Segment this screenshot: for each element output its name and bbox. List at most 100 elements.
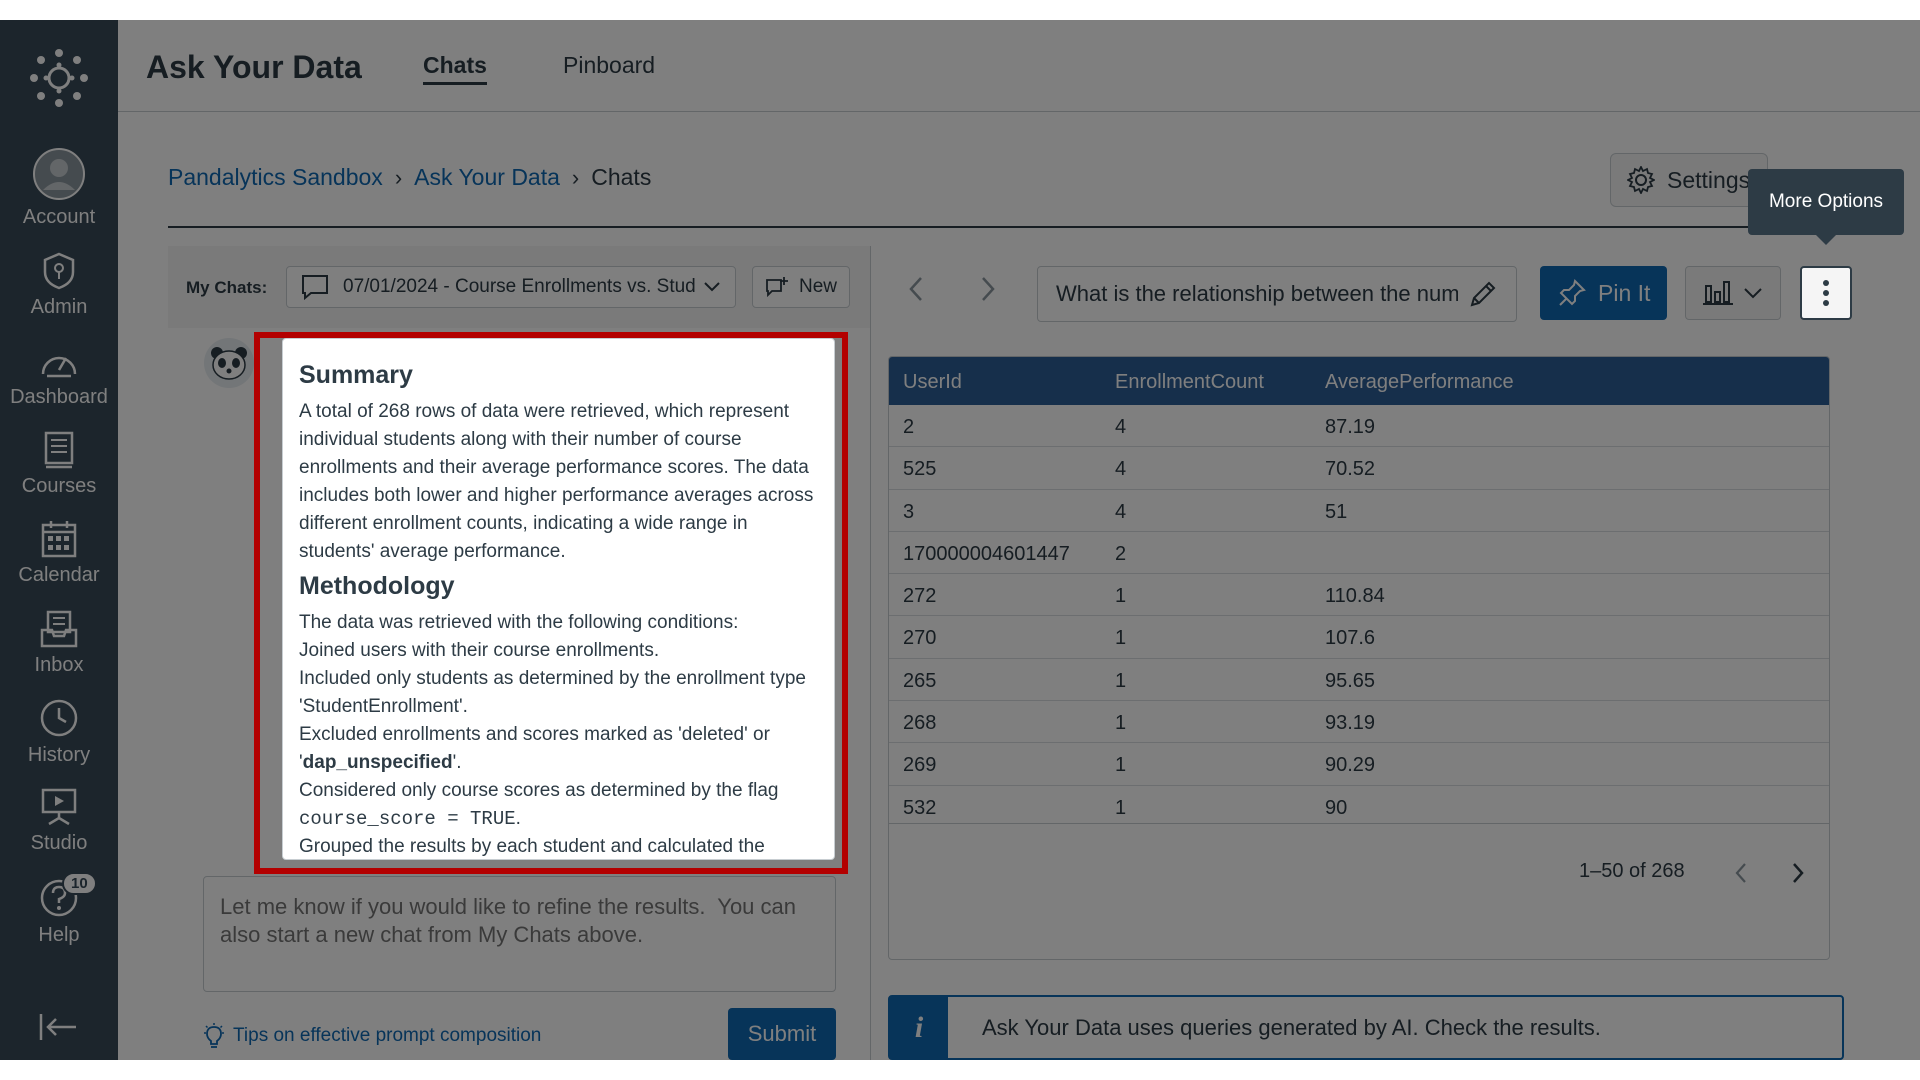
calendar-icon [41, 521, 77, 558]
tab-pinboard[interactable]: Pinboard [563, 52, 655, 79]
cell-enrollment-count: 1 [1115, 669, 1127, 692]
cell-enrollment-count: 1 [1115, 754, 1127, 777]
methodology-line: Excluded enrollments and scores marked a… [299, 724, 770, 773]
pagination-count: 1–50 of 268 [1579, 860, 1685, 882]
query-input[interactable]: What is the relationship between the num… [1037, 266, 1517, 322]
next-page-icon[interactable] [1791, 862, 1805, 884]
breadcrumb-current: Chats [591, 164, 652, 190]
nav-item-dashboard[interactable]: Dashboard [0, 346, 118, 409]
lightbulb-icon [204, 1023, 224, 1048]
settings-button[interactable]: Settings [1610, 153, 1768, 207]
cell-average-performance: 110.84 [1325, 585, 1385, 608]
inbox-icon [40, 610, 78, 648]
nav-item-help[interactable]: 10 Help [0, 872, 118, 947]
table-row: 525 4 70.52 [889, 447, 1829, 490]
gear-icon [1627, 166, 1655, 194]
cell-userid: 2 [903, 416, 915, 438]
methodology-heading: Methodology [299, 572, 455, 600]
more-options-button[interactable] [1800, 266, 1852, 320]
table-row: 265 1 95.65 [889, 659, 1829, 702]
cell-average-performance: 95.65 [1325, 669, 1376, 692]
table-body: 2 4 87.19 525 4 70.52 3 4 51 170000004601447 2 … [889, 405, 1829, 823]
nav-item-calendar[interactable]: Calendar [0, 520, 118, 587]
previous-page-icon[interactable] [1734, 862, 1748, 884]
dap-unspecified-term: dap_unspecified [302, 752, 453, 773]
cell-userid: 3 [903, 500, 915, 523]
cell-enrollment-count: 1 [1115, 627, 1127, 650]
panel-divider [870, 246, 871, 1060]
nav-item-inbox[interactable]: Inbox [0, 610, 118, 677]
my-chats-label: My Chats: [186, 278, 268, 297]
courses-book-icon [44, 431, 74, 469]
history-clock-icon [40, 699, 78, 737]
more-options-tooltip: More Options [1748, 169, 1904, 245]
column-header[interactable]: EnrollmentCount [1115, 371, 1264, 394]
account-icon [33, 148, 85, 200]
tips-link[interactable]: Tips on effective prompt composition [203, 1023, 541, 1049]
summary-text: A total of 268 rows of data were retriev… [299, 401, 814, 562]
nav-label: Account [22, 206, 96, 228]
cell-userid: 525 [903, 458, 937, 481]
cell-enrollment-count: 4 [1115, 458, 1127, 481]
chevron-right-icon: › [394, 164, 403, 190]
nav-label: Inbox [34, 654, 84, 676]
tips-label: Tips on effective prompt composition [233, 1025, 542, 1046]
canvas-logo-icon[interactable] [29, 48, 89, 108]
app-title: Ask Your Data [146, 49, 362, 85]
chat-select[interactable]: 07/01/2024 - Course Enrollments vs. Stud… [286, 266, 736, 308]
cell-average-performance: 93.19 [1325, 712, 1376, 735]
cell-userid: 269 [903, 754, 937, 777]
help-badge: 10 [62, 872, 97, 895]
new-chat-button[interactable]: New [752, 266, 850, 308]
nav-item-history[interactable]: History [0, 698, 118, 767]
table-row: 3 4 51 [889, 490, 1829, 532]
column-header[interactable]: UserId [903, 371, 962, 394]
admin-shield-icon [43, 252, 75, 290]
nav-label: Courses [21, 475, 97, 497]
global-nav: Account Admin Dashboard Courses Calendar… [0, 20, 118, 1060]
breadcrumb-link-ask-your-data[interactable]: Ask Your Data [414, 164, 560, 191]
table-pagination: 1–50 of 268 [889, 823, 1829, 959]
ai-response-card: Summary A total of 268 rows of data were… [282, 338, 835, 860]
cell-average-performance: 51 [1325, 500, 1348, 523]
studio-icon [41, 788, 77, 826]
settings-label: Settings [1667, 166, 1751, 193]
nav-item-account[interactable]: Account [0, 148, 118, 229]
nav-label: Help [38, 924, 80, 946]
nav-label: Admin [30, 296, 88, 318]
previous-query-icon[interactable] [908, 276, 924, 302]
column-header[interactable]: AveragePerformance [1325, 371, 1514, 394]
methodology-line: Considered only course scores as determi… [299, 780, 779, 801]
next-query-icon[interactable] [980, 276, 996, 302]
chevron-down-icon [704, 282, 720, 292]
nav-item-studio[interactable]: Studio [0, 788, 118, 855]
chart-type-button[interactable] [1685, 266, 1781, 320]
table-header: UserId EnrollmentCount AveragePerformanc… [889, 357, 1829, 405]
pin-icon [1559, 279, 1586, 306]
summary-heading: Summary [299, 361, 413, 389]
content-divider [168, 226, 1868, 228]
table-row: 268 1 93.19 [889, 701, 1829, 744]
pencil-edit-icon[interactable] [1468, 279, 1498, 309]
nav-item-admin[interactable]: Admin [0, 252, 118, 319]
pin-it-button[interactable]: Pin It [1540, 266, 1667, 320]
nav-item-courses[interactable]: Courses [0, 431, 118, 498]
table-row: 269 1 90.29 [889, 743, 1829, 786]
nav-label: Studio [30, 832, 88, 854]
table-row: 532 1 90 [889, 786, 1829, 823]
cell-userid: 270 [903, 627, 937, 650]
prompt-input[interactable] [203, 876, 836, 992]
tab-chats[interactable]: Chats [423, 52, 487, 85]
cell-enrollment-count: 1 [1115, 585, 1127, 608]
query-text: What is the relationship between the num… [1056, 281, 1458, 306]
collapse-nav-icon[interactable] [38, 1012, 78, 1042]
nav-label: Dashboard [10, 386, 108, 408]
cell-userid: 170000004601447 [903, 542, 1070, 565]
breadcrumb-link-sandbox[interactable]: Pandalytics Sandbox [168, 164, 383, 191]
cell-average-performance: 107.6 [1325, 627, 1376, 650]
cell-userid: 272 [903, 585, 937, 608]
cell-enrollment-count: 1 [1115, 712, 1127, 735]
submit-button[interactable]: Submit [728, 1008, 836, 1060]
cell-userid: 268 [903, 712, 937, 735]
code-snippet: course_score = TRUE [299, 808, 516, 830]
